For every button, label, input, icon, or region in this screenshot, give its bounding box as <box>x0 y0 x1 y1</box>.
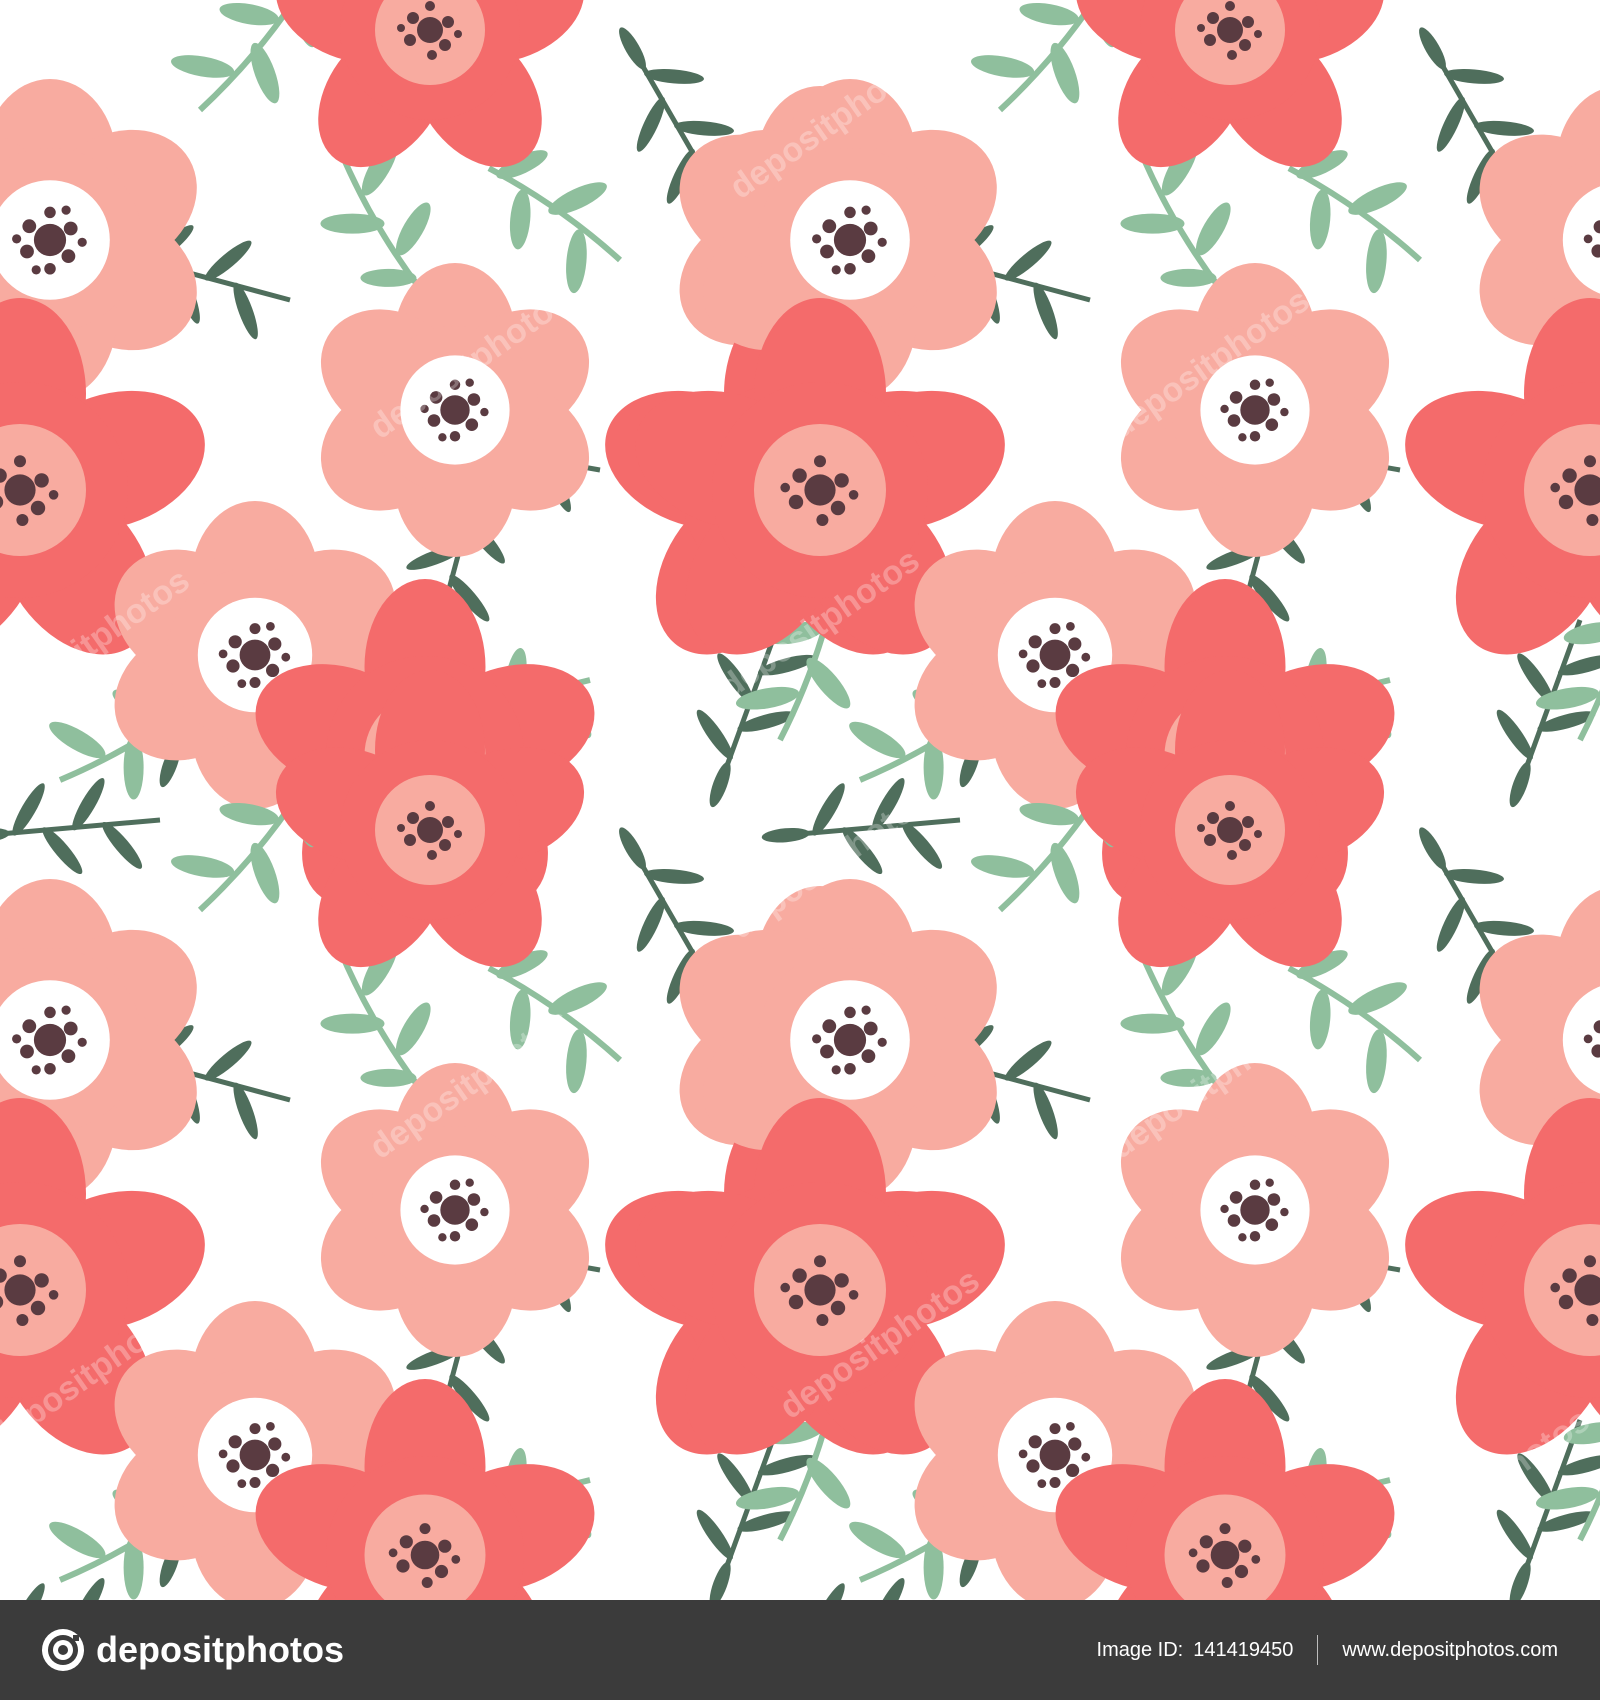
stock-footer-bar: depositphotos Image ID: 141419450 www.de… <box>0 1600 1600 1700</box>
footer-info: Image ID: 141419450 www.depositphotos.co… <box>1097 1600 1558 1700</box>
footer-divider <box>1317 1635 1319 1665</box>
footer-brand-name: depositphotos <box>96 1629 344 1670</box>
image-id-label: Image ID: <box>1096 1638 1184 1661</box>
footer-logo[interactable]: depositphotos <box>40 1626 344 1674</box>
floral-pattern-artwork: depositphotos depositphotos depositphoto… <box>0 0 1600 1600</box>
footer-url-link[interactable]: www.depositphotos.com <box>1342 1639 1558 1662</box>
camera-logo-icon <box>42 1629 84 1671</box>
floral-pattern-svg: depositphotos depositphotos depositphoto… <box>0 0 1600 1600</box>
image-id-value: 141419450 <box>1193 1638 1294 1661</box>
